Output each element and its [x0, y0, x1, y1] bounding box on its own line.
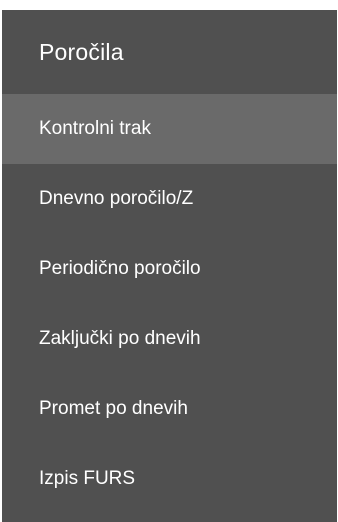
menu-item-izpis-furs[interactable]: Izpis FURS — [2, 444, 337, 514]
menu-item-zakljucki-po-dnevih[interactable]: Zaključki po dnevih — [2, 304, 337, 374]
menu-title: Poročila — [39, 38, 124, 65]
menu-item-kontrolni-trak[interactable]: Kontrolni trak — [2, 94, 337, 164]
menu-item-dnevno-porocilo[interactable]: Dnevno poročilo/Z — [2, 164, 337, 234]
reports-menu-panel: Poročila Kontrolni trak Dnevno poročilo/… — [2, 10, 337, 522]
menu-list: Kontrolni trak Dnevno poročilo/Z Periodi… — [2, 94, 337, 514]
menu-item-promet-po-dnevih[interactable]: Promet po dnevih — [2, 374, 337, 444]
menu-item-periodicno-porocilo[interactable]: Periodično poročilo — [2, 234, 337, 304]
